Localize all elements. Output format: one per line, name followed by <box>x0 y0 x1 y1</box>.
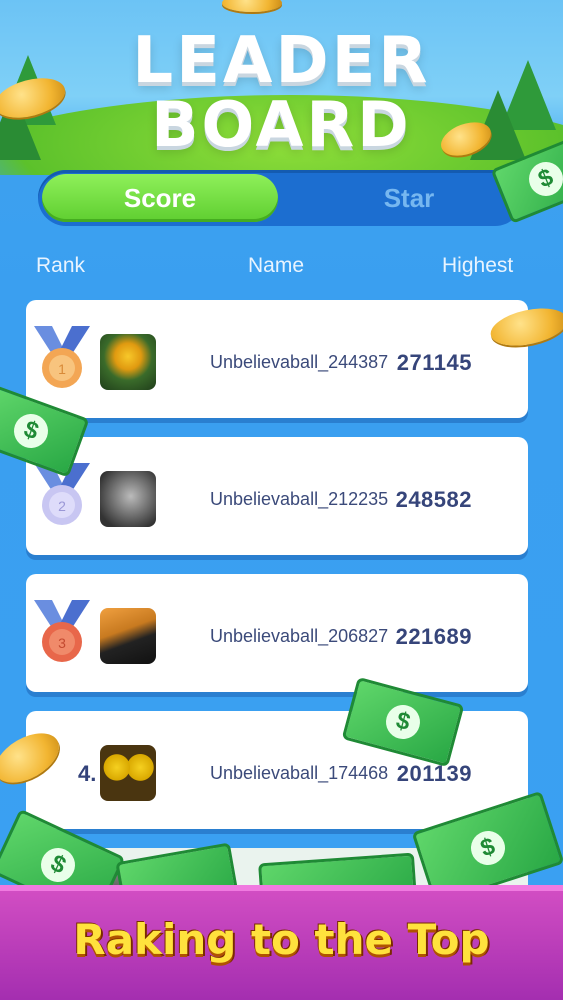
player-name: Unbelievaball_174468 <box>210 763 389 783</box>
avatar <box>100 608 156 664</box>
svg-text:1: 1 <box>58 361 66 377</box>
tab-star-label: Star <box>383 183 435 213</box>
player-score: 221689 <box>395 624 472 649</box>
tab-score[interactable]: Score <box>42 174 278 222</box>
gold-medal-icon: 1 <box>34 326 90 388</box>
column-header-rank: Rank <box>36 254 86 277</box>
player-name: Unbelievaball_206827 <box>210 626 389 646</box>
leaderboard-row-1[interactable]: 1 Unbelievaball_244387 271145 <box>26 300 528 418</box>
player-score: 248582 <box>395 487 472 512</box>
avatar <box>100 471 156 527</box>
player-score: 201139 <box>396 761 472 786</box>
column-header-highest: Highest <box>442 254 514 277</box>
bronze-medal-icon: 3 <box>34 600 90 662</box>
rank-number: 4. <box>78 761 97 786</box>
player-name: Unbelievaball_212235 <box>210 489 389 509</box>
banner-slogan: Raking to the Top <box>73 915 490 964</box>
avatar <box>100 745 156 801</box>
player-name: Unbelievaball_244387 <box>210 352 389 372</box>
tab-star[interactable]: Star <box>294 174 524 222</box>
svg-text:3: 3 <box>58 635 66 651</box>
leaderboard-row-2[interactable]: 2 Unbelievaball_212235 248582 <box>26 437 528 555</box>
column-header-name: Name <box>248 254 305 277</box>
tab-score-label: Score <box>123 183 197 213</box>
player-score: 271145 <box>396 350 472 375</box>
leaderboard-row-3[interactable]: 3 Unbelievaball_206827 221689 <box>26 574 528 692</box>
svg-text:2: 2 <box>58 498 66 514</box>
avatar <box>100 334 156 390</box>
